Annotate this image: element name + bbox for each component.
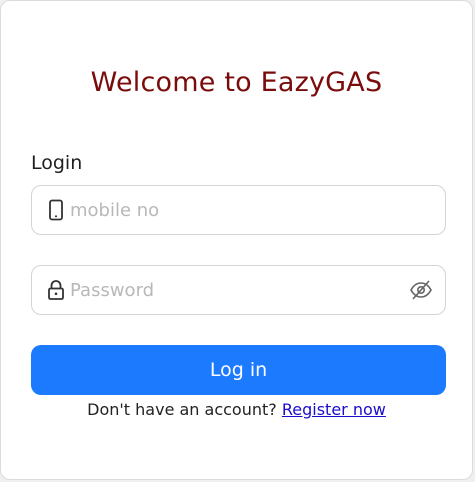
mobile-phone-icon xyxy=(46,199,66,221)
mobile-field[interactable] xyxy=(31,185,446,235)
register-prompt: Don't have an account? Register now xyxy=(1,400,472,419)
lock-icon xyxy=(46,279,66,301)
password-field[interactable] xyxy=(31,265,446,315)
register-prompt-text: Don't have an account? xyxy=(87,400,277,419)
eye-slash-icon[interactable] xyxy=(409,279,433,301)
password-input[interactable] xyxy=(70,266,400,314)
page-title: Welcome to EazyGAS xyxy=(90,67,383,98)
login-card: Welcome to EazyGAS Login L xyxy=(0,0,473,480)
register-link[interactable]: Register now xyxy=(282,400,386,419)
mobile-input[interactable] xyxy=(70,186,400,234)
login-label: Login xyxy=(31,152,83,174)
login-button[interactable]: Log in xyxy=(31,345,446,395)
